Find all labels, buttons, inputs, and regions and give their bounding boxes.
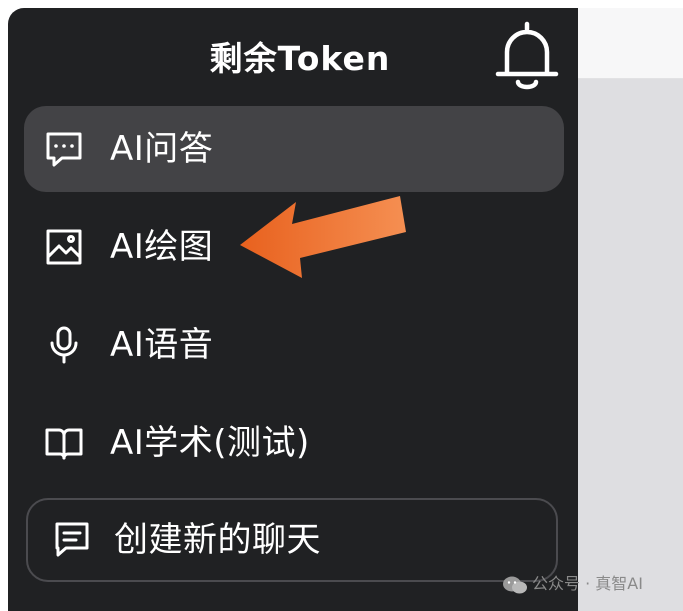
sidebar-item-ai-academic[interactable]: AI学术(测试) xyxy=(24,400,564,486)
image-icon xyxy=(46,229,82,265)
sidebar-item-ai-voice[interactable]: AI语音 xyxy=(24,302,564,388)
watermark-text: 公众号 · 真智AI xyxy=(532,574,643,593)
sidebar-item-ai-qa[interactable]: AI问答 xyxy=(24,106,564,192)
annotation-arrow xyxy=(240,196,406,278)
microphone-icon xyxy=(50,326,78,364)
watermark: 公众号 · 真智AI xyxy=(502,572,643,596)
message-icon xyxy=(55,522,89,557)
chat-icon xyxy=(46,132,82,167)
sidebar-item-label: AI学术(测试) xyxy=(110,423,310,463)
header-bar xyxy=(578,8,683,79)
sidebar: 剩余Token AI问答 AI绘图 AI语音 AI学术(测试) 创建新的聊天 xyxy=(8,8,578,611)
sidebar-item-label: AI问答 xyxy=(110,129,214,169)
new-chat-label: 创建新的聊天 xyxy=(114,520,321,560)
book-icon xyxy=(45,428,83,460)
main-content-area xyxy=(578,79,683,611)
sidebar-item-label: AI语音 xyxy=(110,325,214,365)
wechat-icon xyxy=(503,576,527,593)
sidebar-item-label: AI绘图 xyxy=(110,227,214,267)
bell-icon[interactable] xyxy=(494,18,560,90)
new-chat-button[interactable]: 创建新的聊天 xyxy=(26,498,558,582)
